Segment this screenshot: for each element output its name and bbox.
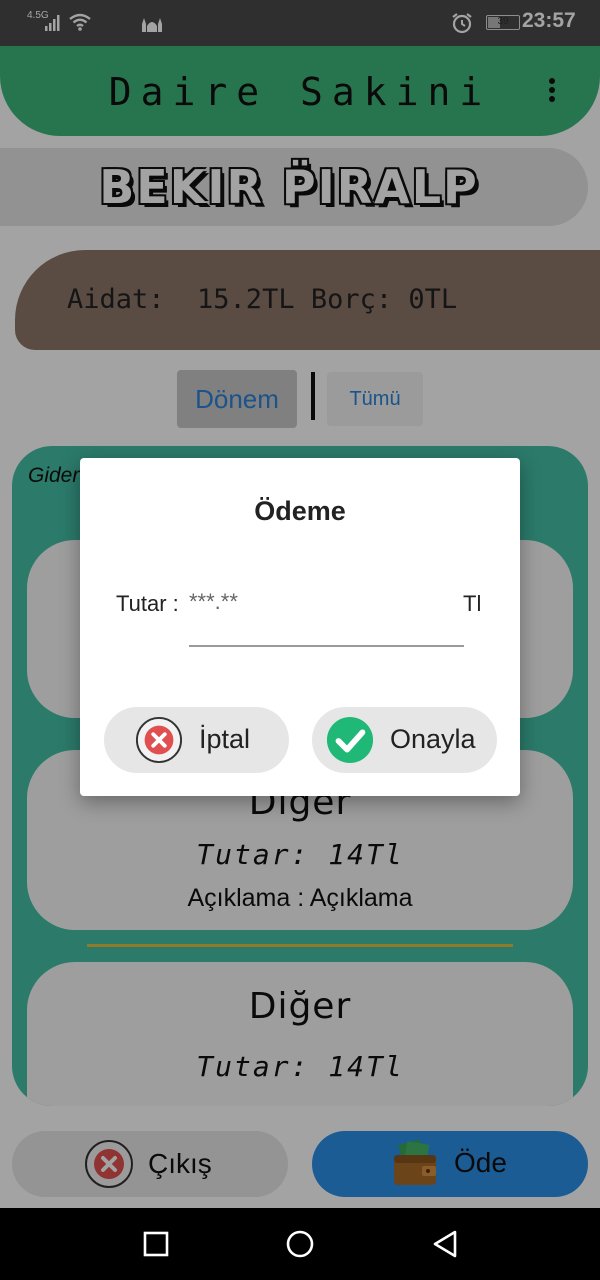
check-circle-icon bbox=[326, 716, 374, 764]
cancel-button[interactable]: İptal bbox=[104, 707, 289, 773]
dialog-title: Ödeme bbox=[254, 496, 346, 526]
confirm-button-label: Onayla bbox=[390, 724, 476, 754]
home-icon[interactable] bbox=[285, 1228, 315, 1258]
payment-dialog: Ödeme Tutar : Tl İptal Onayla bbox=[80, 458, 520, 796]
cancel-circle-icon bbox=[135, 716, 183, 764]
cancel-button-label: İptal bbox=[199, 724, 251, 754]
back-icon[interactable] bbox=[430, 1228, 460, 1258]
amount-unit: Tl bbox=[463, 591, 482, 616]
amount-input[interactable] bbox=[189, 584, 359, 620]
system-nav-bar bbox=[0, 1208, 600, 1280]
amount-input-underline bbox=[189, 645, 464, 647]
amount-label: Tutar : bbox=[116, 591, 179, 616]
confirm-button[interactable]: Onayla bbox=[312, 707, 497, 773]
recents-icon[interactable] bbox=[143, 1228, 169, 1258]
